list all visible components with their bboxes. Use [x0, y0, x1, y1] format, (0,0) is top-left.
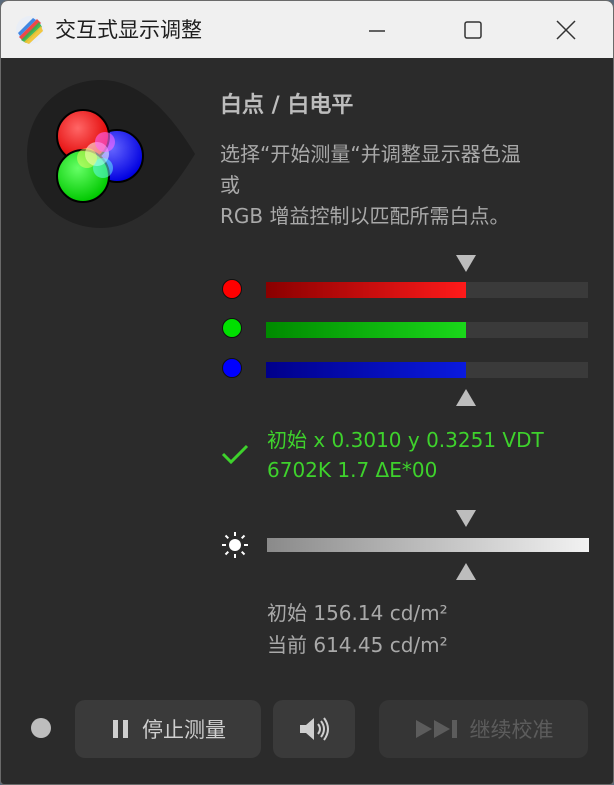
blue-gain-fill	[266, 362, 466, 378]
instructions-line-3: RGB 增益控制以匹配所需白点。	[220, 204, 510, 228]
luminance-readout: 初始 156.14 cd/m² 当前 614.45 cd/m²	[267, 597, 448, 661]
measurement-status: 初始 x 0.3010 y 0.3251 VDT 6702K 1.7 ΔE*00	[267, 425, 544, 485]
stop-measurement-label: 停止测量	[142, 718, 226, 742]
check-icon	[221, 444, 249, 465]
red-channel-dot	[222, 279, 242, 299]
skip-forward-icon	[414, 718, 460, 740]
close-button[interactable]	[546, 13, 586, 47]
sound-toggle-button[interactable]	[273, 700, 355, 758]
brightness-sun-icon	[222, 532, 248, 558]
window-title: 交互式显示调整	[55, 18, 202, 42]
pause-icon	[110, 718, 132, 740]
green-channel-dot	[222, 318, 242, 338]
maximize-button[interactable]	[453, 13, 493, 47]
blue-channel-dot	[222, 358, 242, 378]
continue-calibration-button[interactable]: 继续校准	[379, 700, 588, 758]
minimize-icon	[369, 30, 385, 32]
measurement-indicator	[31, 718, 51, 738]
app-logo-icon	[16, 16, 44, 44]
instructions-text: 选择“开始测量“并调整显示器色温 或 RGB 增益控制以匹配所需白点。	[220, 139, 600, 232]
section-heading: 白点 / 白电平	[220, 93, 354, 118]
app-window: 交互式显示调整 白点 / 白电平 选择“开始测量“并调整显示器色温 或 RGB …	[0, 0, 614, 785]
measurement-status-line-2: 6702K 1.7 ΔE*00	[267, 458, 438, 482]
luminance-bar	[267, 538, 589, 552]
luminance-current: 当前 614.45 cd/m²	[267, 633, 448, 657]
blue-gain-bar	[266, 362, 588, 378]
red-gain-bar	[266, 282, 588, 298]
measurement-status-line-1: 初始 x 0.3010 y 0.3251 VDT	[267, 428, 544, 452]
continue-calibration-label: 继续校准	[469, 718, 554, 742]
green-gain-fill	[266, 322, 466, 338]
luminance-target-marker-bottom	[455, 563, 476, 580]
red-gain-fill	[266, 282, 466, 298]
speaker-icon	[300, 717, 329, 741]
luminance-initial: 初始 156.14 cd/m²	[267, 601, 448, 625]
luminance-target-marker-top	[455, 510, 476, 527]
rgb-circles-icon	[27, 80, 195, 228]
maximize-icon	[464, 21, 482, 39]
rgb-target-marker-bottom	[455, 389, 476, 406]
rgb-target-marker-top	[455, 255, 476, 272]
title-bar[interactable]: 交互式显示调整	[1, 1, 613, 58]
instructions-line-2: 或	[220, 173, 240, 197]
green-gain-bar	[266, 322, 588, 338]
instructions-line-1: 选择“开始测量“并调整显示器色温	[220, 142, 521, 166]
close-icon	[556, 20, 576, 40]
minimize-button[interactable]	[357, 13, 397, 47]
stop-measurement-button[interactable]: 停止测量	[75, 700, 261, 758]
